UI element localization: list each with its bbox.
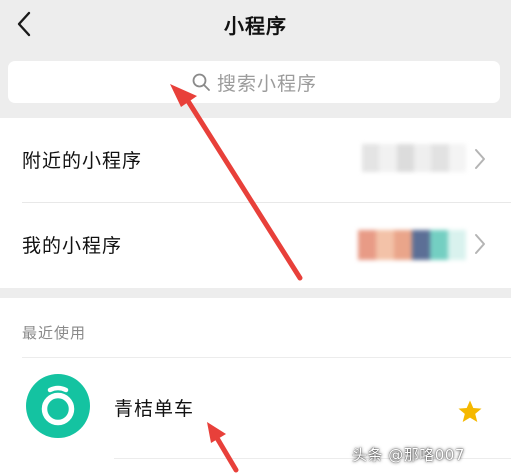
qingju-bike-logo-icon	[26, 374, 90, 438]
menu-item-nearby-mini-programs[interactable]: 附近的小程序	[0, 118, 511, 202]
section-title: 最近使用	[22, 324, 87, 342]
search-input[interactable]: 搜索小程序	[8, 61, 500, 103]
app-name: 青桔单车	[114, 398, 195, 420]
menu-item-label: 附近的小程序	[22, 150, 143, 172]
watermark: 头条 @那咯007	[352, 446, 465, 464]
blurred-preview	[362, 144, 466, 172]
mini-program-menu: 附近的小程序 我的小程序	[0, 118, 511, 288]
menu-item-my-mini-programs[interactable]: 我的小程序	[0, 203, 511, 287]
blurred-preview	[358, 230, 466, 260]
search-icon	[192, 73, 210, 91]
search-placeholder: 搜索小程序	[216, 72, 317, 95]
chevron-right-icon	[475, 234, 485, 254]
menu-item-label: 我的小程序	[22, 235, 123, 257]
chevron-right-icon	[475, 149, 485, 169]
page-title: 小程序	[224, 14, 287, 38]
star-icon[interactable]	[457, 399, 483, 425]
header-bar: 小程序	[0, 0, 511, 52]
